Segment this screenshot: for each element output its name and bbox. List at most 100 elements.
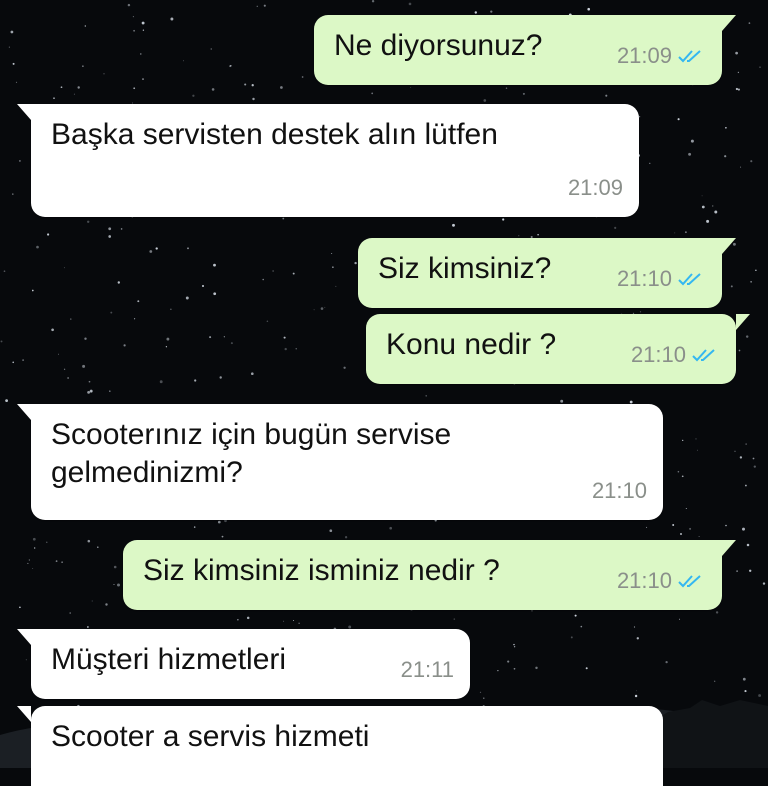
double-check-icon — [678, 573, 706, 589]
star — [213, 292, 217, 296]
star — [256, 5, 258, 7]
star — [320, 307, 324, 310]
incoming-message[interactable]: Müşteri hizmetleri 21:11 — [17, 629, 470, 699]
star — [87, 539, 91, 543]
star — [51, 328, 54, 332]
star — [295, 348, 297, 350]
message-text: Siz kimsiniz? — [378, 252, 552, 285]
star — [18, 159, 21, 162]
star — [97, 546, 99, 548]
star — [280, 86, 283, 89]
star — [237, 619, 239, 621]
star — [696, 449, 698, 451]
outgoing-message[interactable]: Konu nedir ? 21:10 — [366, 314, 750, 384]
star — [246, 616, 250, 620]
star — [262, 278, 264, 281]
star — [217, 520, 221, 524]
star — [706, 219, 710, 223]
star — [84, 25, 86, 27]
star — [105, 603, 108, 606]
outgoing-message[interactable]: Siz kimsiniz? 21:10 — [358, 238, 736, 308]
star — [27, 562, 29, 564]
outgoing-message[interactable]: Ne diyorsunuz? 21:09 — [314, 15, 736, 85]
star — [348, 625, 352, 629]
star — [737, 88, 740, 91]
outgoing-message[interactable]: Siz kimsiniz isminiz nedir ? 21:10 — [123, 540, 736, 610]
message-meta: 21:10 — [592, 472, 647, 510]
star — [113, 583, 115, 586]
star — [142, 29, 145, 31]
star — [159, 380, 163, 384]
star — [762, 582, 766, 585]
star — [758, 694, 762, 697]
star — [505, 87, 508, 89]
star — [10, 30, 14, 34]
message-time: 21:10 — [616, 266, 672, 291]
star — [739, 456, 743, 459]
star — [537, 233, 539, 236]
star — [57, 353, 59, 355]
star — [67, 377, 69, 379]
incoming-message[interactable]: Scooter a servis hizmeti — [17, 706, 663, 786]
incoming-message[interactable]: Scooterınız için bugün servise gelmedini… — [17, 404, 663, 520]
star — [313, 309, 315, 311]
star — [614, 226, 617, 229]
star — [15, 81, 18, 83]
star — [425, 395, 427, 397]
star — [531, 610, 533, 612]
star — [221, 535, 224, 538]
star — [82, 364, 86, 368]
star — [587, 7, 590, 11]
star — [12, 62, 15, 65]
star — [638, 116, 641, 118]
star — [103, 73, 105, 75]
star — [329, 529, 333, 533]
star — [133, 29, 136, 32]
star — [219, 376, 222, 379]
star — [690, 139, 694, 143]
star — [725, 126, 727, 129]
message-meta: 21:09 — [568, 169, 623, 207]
star — [738, 349, 741, 352]
star — [193, 526, 196, 528]
star — [266, 320, 269, 322]
star — [634, 694, 638, 698]
star — [371, 92, 374, 95]
star — [759, 66, 761, 68]
incoming-message[interactable]: Başka servisten destek alın lütfen 21:09 — [17, 104, 639, 217]
star — [636, 637, 639, 640]
star — [73, 93, 75, 95]
star — [28, 559, 30, 561]
star — [87, 220, 90, 223]
star — [681, 475, 684, 478]
star — [53, 97, 55, 99]
message-text: Başka servisten destek alın lütfen — [51, 118, 498, 151]
message-meta: 21:11 — [401, 651, 454, 689]
star — [110, 311, 113, 314]
star — [408, 2, 412, 6]
star — [108, 227, 112, 231]
star — [46, 541, 48, 543]
star — [82, 65, 84, 67]
star — [674, 232, 676, 234]
star — [679, 618, 681, 620]
star — [649, 162, 651, 164]
double-check-icon — [678, 48, 706, 64]
star — [685, 507, 687, 510]
star — [677, 118, 680, 121]
star — [192, 94, 195, 97]
star — [61, 561, 63, 563]
star — [202, 285, 204, 287]
star — [665, 660, 668, 664]
message-meta: 21:09 — [617, 37, 706, 75]
star — [518, 235, 520, 237]
star — [137, 300, 140, 303]
double-check-icon — [678, 271, 706, 287]
star — [560, 399, 564, 403]
star — [736, 570, 738, 572]
star — [389, 526, 393, 530]
star — [0, 340, 3, 343]
star — [22, 359, 24, 361]
star — [730, 285, 733, 288]
star — [292, 272, 295, 275]
